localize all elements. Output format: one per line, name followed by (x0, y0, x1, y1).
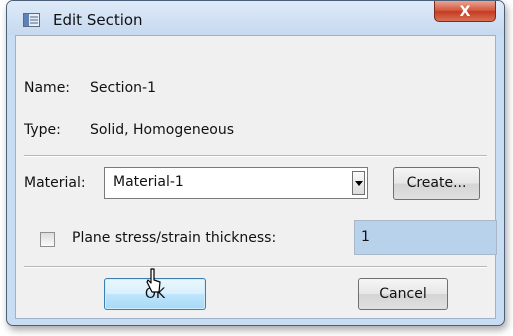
edit-section-dialog: Edit Section X Name: Section-1 Type: Sol… (6, 0, 505, 326)
separator-top (24, 155, 487, 157)
dialog-title: Edit Section (53, 11, 143, 29)
create-button[interactable]: Create... (393, 167, 480, 200)
dialog-body: Name: Section-1 Type: Solid, Homogeneous… (15, 35, 497, 319)
cancel-button[interactable]: Cancel (358, 278, 448, 310)
close-button[interactable]: X (434, 1, 496, 22)
close-icon: X (459, 4, 471, 20)
material-select[interactable]: Material-1 (104, 167, 368, 199)
plane-stress-label: Plane stress/strain thickness: (72, 230, 277, 246)
plane-stress-checkbox[interactable] (40, 232, 55, 247)
name-label: Name: (24, 80, 71, 96)
title-bar[interactable]: Edit Section X (7, 1, 504, 35)
separator-bottom (24, 266, 487, 268)
type-value: Solid, Homogeneous (90, 122, 235, 138)
mouse-pointer-icon (146, 268, 161, 293)
material-label: Material: (24, 175, 86, 191)
type-label: Type: (24, 122, 61, 138)
material-select-value: Material-1 (113, 174, 184, 190)
window-icon (23, 13, 40, 27)
name-value: Section-1 (90, 80, 156, 96)
thickness-value: 1 (361, 229, 370, 245)
chevron-down-icon[interactable] (352, 171, 365, 195)
thickness-input[interactable]: 1 (354, 220, 497, 255)
